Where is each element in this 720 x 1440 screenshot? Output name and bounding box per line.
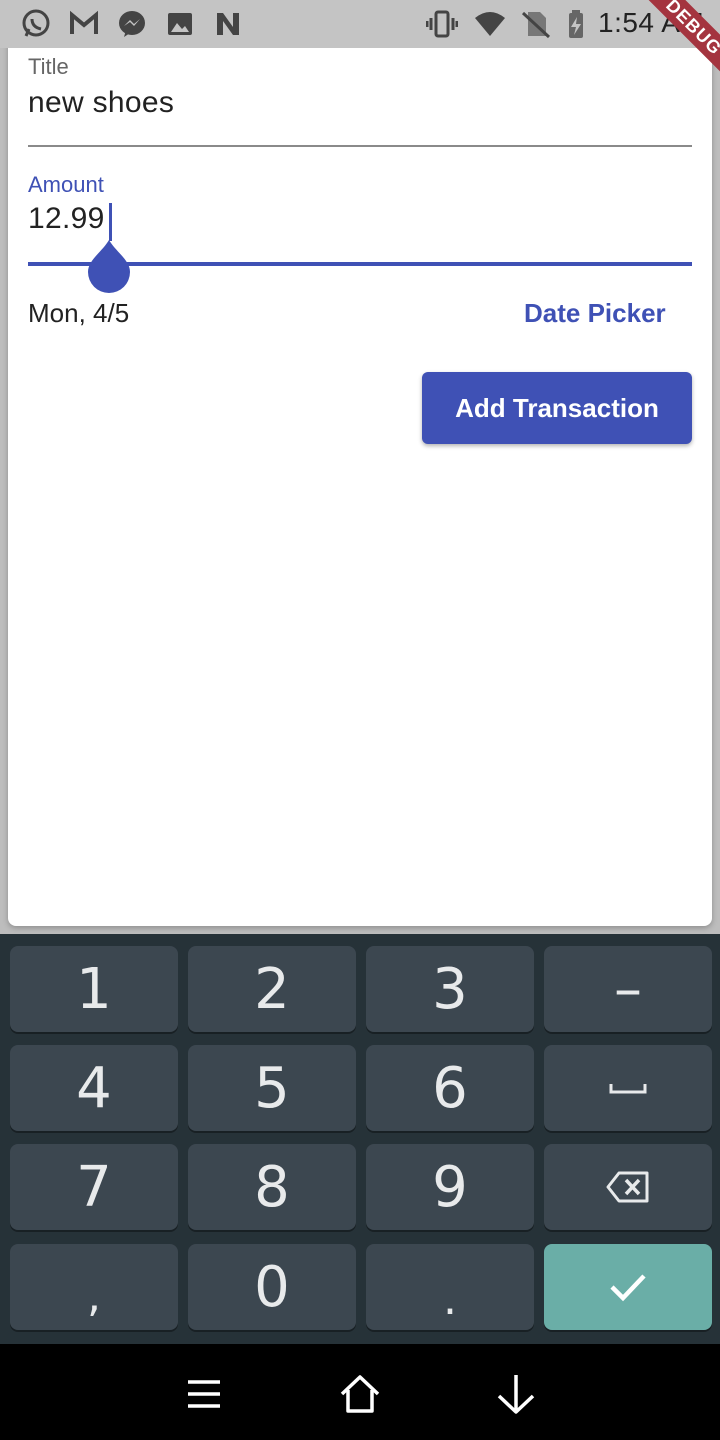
backspace-icon bbox=[605, 1170, 651, 1204]
key-2[interactable]: 2 bbox=[188, 946, 356, 1032]
key-9[interactable]: 9 bbox=[366, 1144, 534, 1230]
key-minus[interactable]: – bbox=[544, 946, 712, 1032]
battery-icon bbox=[560, 8, 592, 40]
checkmark-icon bbox=[608, 1271, 648, 1303]
key-6[interactable]: 6 bbox=[366, 1045, 534, 1131]
key-label: 0 bbox=[254, 1254, 290, 1320]
key-5[interactable]: 5 bbox=[188, 1045, 356, 1131]
selected-date: Mon, 4/5 bbox=[28, 298, 130, 328]
key-period[interactable]: . bbox=[366, 1244, 534, 1330]
menu-icon[interactable] bbox=[182, 1372, 226, 1416]
key-1[interactable]: 1 bbox=[10, 946, 178, 1032]
add-transaction-button[interactable]: Add Transaction bbox=[422, 372, 692, 444]
messenger-icon bbox=[116, 8, 148, 40]
key-label: 8 bbox=[254, 1154, 290, 1220]
key-label: 4 bbox=[76, 1055, 112, 1121]
no-sim-icon bbox=[520, 8, 552, 40]
key-label: , bbox=[87, 1270, 101, 1322]
back-down-icon[interactable] bbox=[494, 1372, 538, 1416]
space-icon bbox=[608, 1078, 648, 1098]
key-comma[interactable]: , bbox=[10, 1244, 178, 1330]
home-icon[interactable] bbox=[338, 1372, 382, 1416]
key-label: 1 bbox=[76, 956, 112, 1022]
title-underline bbox=[28, 145, 692, 147]
transaction-form-sheet: Title new shoes Amount 12.99 Mon, 4/5 Da… bbox=[8, 0, 712, 926]
key-8[interactable]: 8 bbox=[188, 1144, 356, 1230]
key-0[interactable]: 0 bbox=[188, 1244, 356, 1330]
title-input[interactable]: new shoes bbox=[28, 86, 174, 120]
wifi-icon bbox=[474, 8, 506, 40]
key-label: 6 bbox=[432, 1055, 468, 1121]
status-bar: 1:54 AM bbox=[0, 0, 720, 48]
key-label: 3 bbox=[432, 956, 468, 1022]
cursor-handle-icon[interactable] bbox=[86, 238, 132, 294]
gmail-icon bbox=[68, 8, 100, 40]
whatsapp-icon bbox=[20, 8, 52, 40]
numeric-keyboard: 1 2 3 – 4 5 6 7 8 9, 0. bbox=[0, 934, 720, 1344]
key-label: – bbox=[614, 956, 642, 1022]
key-7[interactable]: 7 bbox=[10, 1144, 178, 1230]
title-label: Title bbox=[28, 54, 69, 79]
key-label: 7 bbox=[76, 1154, 112, 1220]
key-label: . bbox=[443, 1273, 457, 1325]
gallery-icon bbox=[164, 8, 196, 40]
key-backspace[interactable] bbox=[544, 1144, 712, 1230]
amount-input[interactable]: 12.99 bbox=[28, 202, 105, 236]
key-label: 9 bbox=[432, 1154, 468, 1220]
key-4[interactable]: 4 bbox=[10, 1045, 178, 1131]
key-label: 2 bbox=[254, 956, 290, 1022]
key-done[interactable] bbox=[544, 1244, 712, 1330]
n-app-icon bbox=[212, 8, 244, 40]
text-cursor bbox=[109, 203, 112, 241]
key-space[interactable] bbox=[544, 1045, 712, 1131]
screen: Title new shoes Amount 12.99 Mon, 4/5 Da… bbox=[0, 0, 720, 1440]
amount-label: Amount bbox=[28, 172, 104, 197]
key-3[interactable]: 3 bbox=[366, 946, 534, 1032]
date-picker-button[interactable]: Date Picker bbox=[524, 298, 666, 329]
key-label: 5 bbox=[254, 1055, 290, 1121]
navigation-bar bbox=[0, 1344, 720, 1440]
vibrate-icon bbox=[426, 8, 458, 40]
